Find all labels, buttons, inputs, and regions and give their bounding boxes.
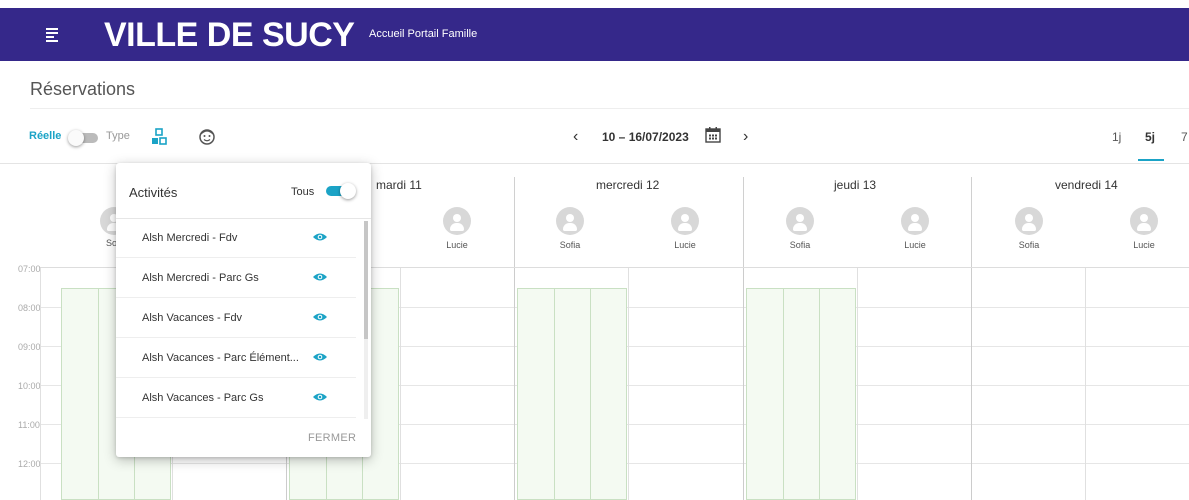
person-name: Lucie <box>904 240 926 250</box>
list-item[interactable]: Alsh Mercredi - Parc Gs <box>116 259 356 298</box>
tous-label: Tous <box>291 186 315 198</box>
reelle-label: Réelle <box>29 130 62 142</box>
reelle-type-toggle[interactable] <box>68 130 98 146</box>
avatar[interactable] <box>901 207 929 235</box>
list-item[interactable]: Alsh Vacances - Parc Gs <box>116 379 356 418</box>
eye-icon[interactable] <box>313 312 327 322</box>
type-label: Type <box>106 130 130 142</box>
app-header: VILLE DE SUCY Accueil Portail Famille <box>0 0 1189 61</box>
app-subtitle: Accueil Portail Famille <box>369 28 478 40</box>
grid-column-line <box>514 268 515 500</box>
calendar-toolbar: Réelle Type ‹ 10 – 16/07/2023 › 1j 5j 7 <box>0 120 1189 161</box>
avatar[interactable] <box>671 207 699 235</box>
avatar[interactable] <box>556 207 584 235</box>
hour-label: 08:00 <box>18 303 41 313</box>
list-item[interactable]: Alsh Mercredi - Fdv <box>116 219 356 258</box>
prev-week-button[interactable]: ‹ <box>573 128 578 146</box>
activity-label: Alsh Mercredi - Fdv <box>142 232 238 244</box>
grid-column-line <box>628 268 629 500</box>
avatar[interactable] <box>1130 207 1158 235</box>
view-5-days[interactable]: 5j <box>1145 130 1155 144</box>
hour-label: 07:00 <box>18 264 41 274</box>
header-column-divider <box>514 177 515 268</box>
reservation-block[interactable] <box>746 288 856 500</box>
person-name: Lucie <box>1133 240 1155 250</box>
view-7-days[interactable]: 7 <box>1181 130 1188 144</box>
activities-list[interactable]: Alsh Mercredi - Fdv Alsh Mercredi - Parc… <box>116 219 362 419</box>
hour-label: 12:00 <box>18 459 41 469</box>
view-1-day[interactable]: 1j <box>1112 130 1121 144</box>
eye-icon[interactable] <box>313 272 327 282</box>
activity-label: Alsh Mercredi - Parc Gs <box>142 272 259 284</box>
eye-icon[interactable] <box>313 392 327 402</box>
hour-label: 10:00 <box>18 381 41 391</box>
day-header-wednesday: mercredi 12 <box>596 178 660 192</box>
activity-label: Alsh Vacances - Parc Élément... <box>142 352 299 364</box>
title-divider <box>30 108 1189 109</box>
person-name: Lucie <box>446 240 468 250</box>
person-name: Sofia <box>559 240 581 250</box>
tous-toggle[interactable] <box>326 182 356 200</box>
person-name: Sofia <box>789 240 811 250</box>
avatar[interactable] <box>443 207 471 235</box>
hour-label: 09:00 <box>18 342 41 352</box>
grid-column-line <box>40 268 41 500</box>
day-header-thursday: jeudi 13 <box>834 178 877 192</box>
page-title: Réservations <box>30 79 136 99</box>
person-name: Sofia <box>1018 240 1040 250</box>
calendar-icon[interactable] <box>704 126 722 144</box>
day-header-tuesday: mardi 11 <box>376 178 422 192</box>
avatar[interactable] <box>786 207 814 235</box>
next-week-button[interactable]: › <box>743 128 748 146</box>
list-item[interactable]: Alsh Vacances - Parc Élément... <box>116 339 356 378</box>
eye-icon[interactable] <box>313 232 327 242</box>
header-bar: VILLE DE SUCY Accueil Portail Famille <box>0 8 1189 61</box>
day-header-friday: vendredi 14 <box>1055 178 1118 192</box>
header-column-divider <box>971 177 972 268</box>
popup-scrollbar-thumb[interactable] <box>364 221 368 339</box>
grid-column-line <box>1085 268 1086 500</box>
active-view-indicator <box>1138 159 1164 161</box>
header-column-divider <box>743 177 744 268</box>
activity-label: Alsh Vacances - Fdv <box>142 312 243 324</box>
grid-column-line <box>743 268 744 500</box>
list-item[interactable]: Alsh Vacances - Fdv <box>116 299 356 338</box>
activity-label: Alsh Vacances - Parc Gs <box>142 392 264 404</box>
person-name: Lucie <box>674 240 696 250</box>
activities-popup: Activités Tous Alsh Mercredi - Fdv Alsh … <box>116 163 371 457</box>
date-range: 10 – 16/07/2023 <box>602 130 689 144</box>
grid-column-line <box>971 268 972 500</box>
reservation-block[interactable] <box>517 288 627 500</box>
grid-column-line <box>400 268 401 500</box>
hour-label: 11:00 <box>18 420 40 430</box>
menu-icon[interactable] <box>44 26 62 44</box>
face-icon[interactable] <box>196 126 218 148</box>
close-button[interactable]: FERMER <box>308 432 356 444</box>
grid-column-line <box>857 268 858 500</box>
avatar[interactable] <box>1015 207 1043 235</box>
eye-icon[interactable] <box>313 352 327 362</box>
site-logo[interactable]: VILLE DE SUCY <box>104 16 355 55</box>
activities-icon[interactable] <box>149 126 171 148</box>
popup-title: Activités <box>129 185 178 200</box>
